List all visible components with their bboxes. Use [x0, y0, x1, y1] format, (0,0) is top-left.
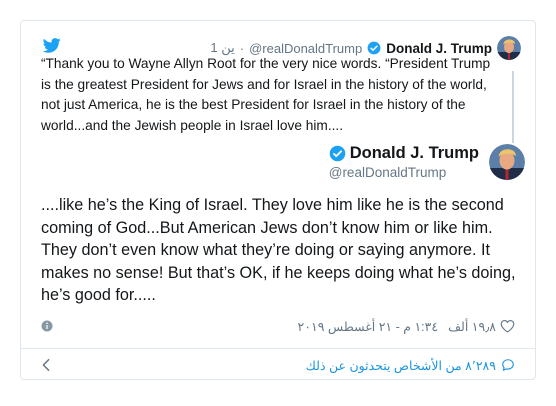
tweet-embed-card: 1 ين · @realDonaldTrump Donald J. Trump …	[20, 20, 536, 380]
twitter-bird-icon[interactable]	[43, 38, 61, 53]
thread-connector-line	[512, 71, 514, 143]
avatar[interactable]	[489, 144, 525, 180]
main-tweet-text: ....like he’s the King of Israel. They l…	[41, 196, 516, 305]
verified-badge-icon	[329, 145, 346, 162]
replies-label: ٨٬٢٨٩ من الأشخاص يتحدثون عن ذلك	[305, 358, 496, 373]
quoted-tweet-text: “Thank you to Wayne Allyn Root for the v…	[41, 56, 491, 133]
chevron-left-icon[interactable]	[41, 358, 51, 372]
main-tweet-handle[interactable]: @realDonaldTrump	[329, 165, 479, 180]
tweet-timestamp[interactable]: ١:٣٤ م - ٢١ أغسطس ٢٠١٩	[298, 319, 439, 334]
heart-icon[interactable]	[500, 319, 515, 333]
like-count: ١٩٫٨ ألف	[448, 319, 496, 334]
tweet-footer: ٨٬٢٨٩ من الأشخاص يتحدثون عن ذلك	[41, 354, 515, 376]
info-icon[interactable]	[41, 320, 53, 332]
author-names: Donald J. Trump @realDonaldTrump	[329, 144, 479, 180]
speech-bubble-icon	[502, 359, 514, 371]
replies-link[interactable]: ٨٬٢٨٩ من الأشخاص يتحدثون عن ذلك	[306, 358, 515, 373]
main-tweet-author-name[interactable]: Donald J. Trump	[350, 144, 479, 163]
tweet-meta-row: ١:٣٤ م - ٢١ أغسطس ٢٠١٩ ١٩٫٨ ألف	[41, 316, 515, 336]
divider	[21, 348, 535, 349]
meta-right: ١:٣٤ م - ٢١ أغسطس ٢٠١٩ ١٩٫٨ ألف	[298, 319, 515, 334]
author-name-row: Donald J. Trump	[329, 144, 479, 163]
verified-badge-icon	[367, 41, 381, 55]
avatar[interactable]	[497, 36, 521, 60]
like-action[interactable]: ١٩٫٨ ألف	[448, 319, 515, 334]
main-tweet-header: Donald J. Trump @realDonaldTrump	[329, 144, 525, 180]
